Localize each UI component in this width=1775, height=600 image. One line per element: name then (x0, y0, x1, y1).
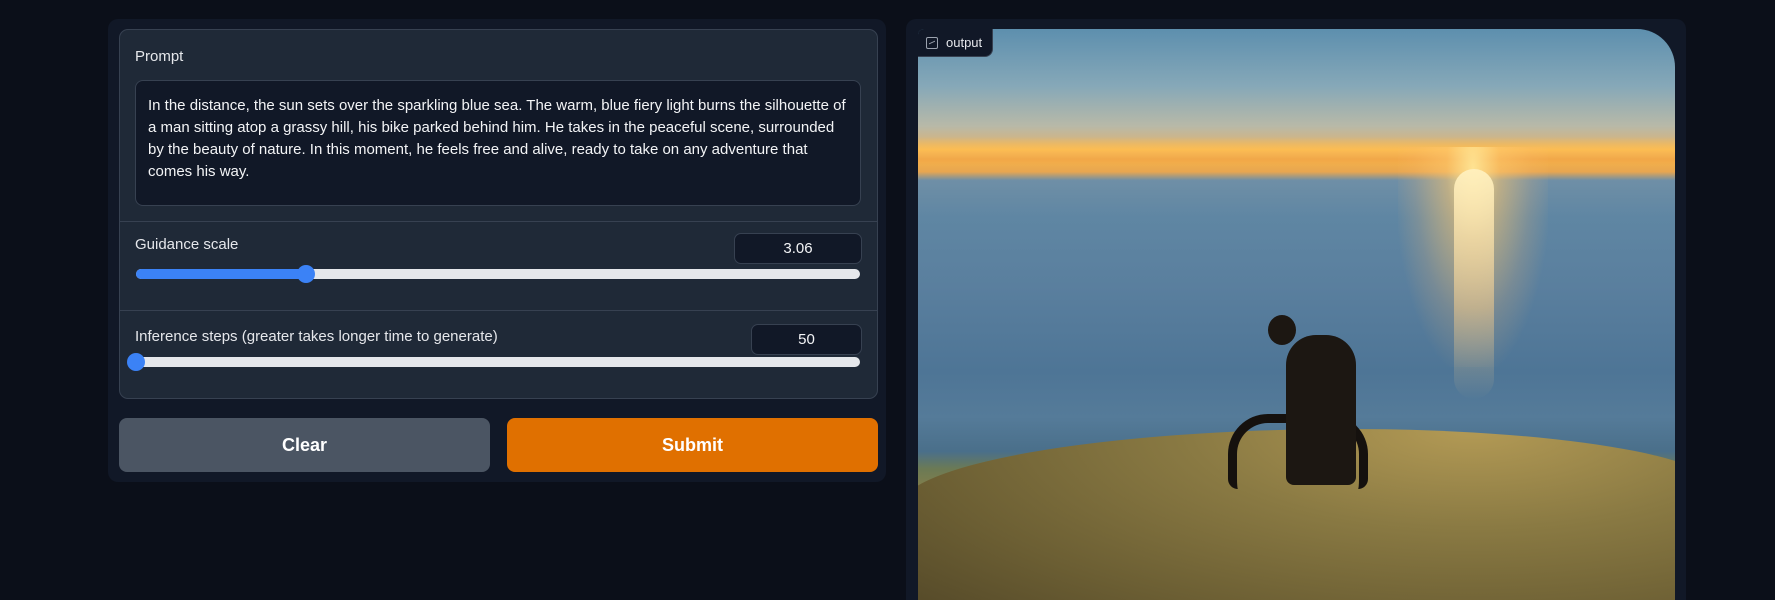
submit-button[interactable]: Submit (507, 418, 878, 472)
guidance-slider-fill (136, 269, 307, 279)
person-head (1268, 315, 1296, 345)
sun-reflection (1454, 169, 1494, 399)
guidance-slider-thumb[interactable] (297, 265, 316, 283)
guidance-slider[interactable] (136, 265, 860, 283)
output-image: output (918, 29, 1675, 600)
prompt-block: Prompt In the distance, the sun sets ove… (120, 30, 877, 220)
output-panel: output (906, 19, 1686, 600)
steps-number-input[interactable]: 50 (751, 324, 862, 355)
person-silhouette (1286, 335, 1356, 485)
guidance-block: Guidance scale 3.06 (120, 221, 877, 309)
output-label: output (946, 35, 983, 50)
horizon-glow (918, 137, 1675, 165)
prompt-textarea[interactable]: In the distance, the sun sets over the s… (135, 80, 861, 206)
steps-slider[interactable] (127, 353, 860, 371)
clear-button[interactable]: Clear (119, 418, 490, 472)
guidance-number-input[interactable]: 3.06 (734, 233, 862, 264)
steps-label: Inference steps (greater takes longer ti… (135, 328, 498, 345)
form-box: Prompt In the distance, the sun sets ove… (119, 29, 878, 399)
output-label-tag: output (918, 29, 994, 57)
image-icon (926, 37, 938, 49)
input-panel: Prompt In the distance, the sun sets ove… (108, 19, 886, 482)
guidance-label: Guidance scale (135, 236, 239, 253)
prompt-label: Prompt (135, 48, 184, 65)
steps-block: Inference steps (greater takes longer ti… (120, 310, 877, 398)
steps-slider-thumb[interactable] (127, 353, 145, 371)
